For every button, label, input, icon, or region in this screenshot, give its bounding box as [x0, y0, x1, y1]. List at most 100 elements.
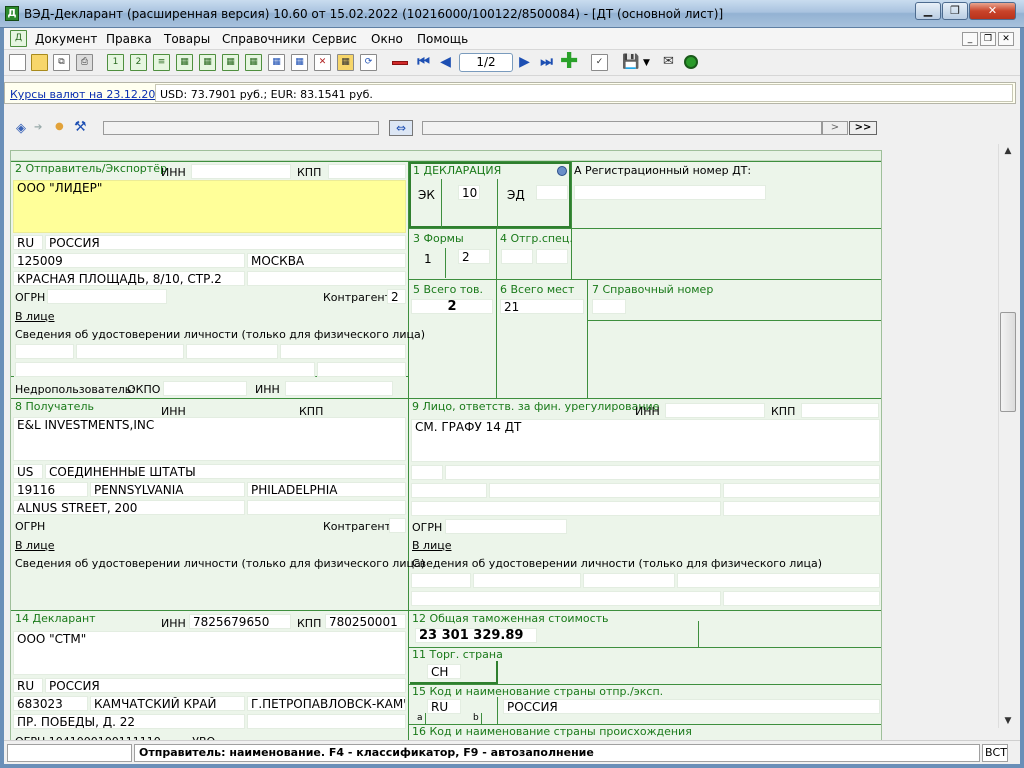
ref-number-field[interactable] [592, 299, 626, 314]
declaration-type-4[interactable] [536, 185, 568, 200]
menu-window[interactable]: Окно [371, 32, 403, 46]
mdi-restore-icon[interactable]: ❐ [980, 32, 996, 46]
checklist-icon[interactable]: ✓ [591, 54, 608, 71]
sheet-4-icon[interactable]: ▦ [176, 54, 193, 71]
financial-kpp-field[interactable] [801, 403, 879, 418]
status-indicator-icon[interactable] [684, 55, 698, 69]
sheet-2-icon[interactable]: 2 [130, 54, 147, 71]
recipient-city-field[interactable]: PHILADELPHIA [247, 482, 406, 497]
sender-id-field-3[interactable] [186, 344, 278, 359]
sender-name-field[interactable]: ООО "ЛИДЕР" [13, 180, 406, 233]
financial-id-field-3[interactable] [583, 573, 675, 588]
menu-edit[interactable]: Правка [106, 32, 152, 46]
currency-rates-link[interactable]: Курсы валют на 23.12.2021 [10, 88, 169, 101]
total-goods-field[interactable]: 2 [411, 299, 493, 314]
page-number-input[interactable]: 1/2 [459, 53, 513, 72]
financial-id-field-1[interactable] [411, 573, 471, 588]
recipient-street-extra-field[interactable] [247, 500, 406, 515]
swap-arrows-icon[interactable]: ⇔ [389, 120, 413, 136]
declaration-type-1[interactable]: ЭК [418, 188, 435, 202]
sheet-5-icon[interactable]: ▦ [199, 54, 216, 71]
tool-icon[interactable]: ⚒ [74, 119, 87, 135]
sheet-7-icon[interactable]: ▦ [245, 54, 262, 71]
forms-value-2[interactable]: 2 [458, 249, 490, 264]
maximize-icon[interactable]: ❐ [942, 2, 968, 20]
diamond-icon[interactable]: ◈ [16, 121, 26, 136]
remove-sheet-icon[interactable] [392, 61, 408, 65]
sender-country-field[interactable]: РОССИЯ [45, 235, 406, 250]
sheet-1-icon[interactable]: 1 [107, 54, 124, 71]
financial-city-field[interactable] [723, 483, 880, 498]
recipient-street-field[interactable]: ALNUS STREET, 200 [13, 500, 245, 515]
nav-next-button[interactable]: > [822, 121, 848, 135]
envelope-icon[interactable]: ✉ [660, 54, 677, 71]
nav-last-button[interactable]: >> [849, 121, 877, 135]
declarant-zip-field[interactable]: 683023 [13, 696, 88, 711]
minimize-icon[interactable]: ▁ [915, 2, 941, 20]
sender-zip-field[interactable]: 125009 [13, 253, 245, 268]
vertical-scrollbar[interactable]: ▲ ▼ [998, 144, 1016, 728]
menu-service[interactable]: Сервис [312, 32, 357, 46]
sender-kpp-field[interactable] [328, 164, 406, 179]
sender-kontragent-field[interactable]: 2 [387, 289, 406, 304]
recipient-country-code-field[interactable]: US [13, 464, 43, 479]
declarant-inn-field[interactable]: 7825679650 [189, 614, 291, 629]
last-page-icon[interactable]: ⏭ [538, 54, 555, 71]
sheet-refresh-icon[interactable]: ⟳ [360, 54, 377, 71]
next-page-icon[interactable]: ▶ [516, 54, 533, 71]
financial-id-field-2[interactable] [473, 573, 581, 588]
sender-ogrn-field[interactable] [47, 289, 167, 304]
financial-ogrn-field[interactable] [445, 519, 567, 534]
nedro-inn-field[interactable] [285, 381, 393, 396]
recipient-country-field[interactable]: СОЕДИНЕННЫЕ ШТАТЫ [45, 464, 406, 479]
forms-value-1[interactable]: 1 [424, 252, 432, 266]
sender-id-field-2[interactable] [76, 344, 184, 359]
financial-id-field-6[interactable] [723, 591, 880, 606]
close-icon[interactable]: ✕ [969, 2, 1016, 20]
recipient-kontragent-field[interactable] [389, 518, 406, 533]
scroll-down-icon[interactable]: ▼ [999, 714, 1017, 728]
menu-document[interactable]: Документ [35, 32, 97, 46]
sender-street-field[interactable]: КРАСНАЯ ПЛОЩАДЬ, 8/10, СТР.2 [13, 271, 245, 286]
sender-id-field-1[interactable] [15, 344, 74, 359]
financial-person-link[interactable]: В лице [412, 539, 451, 552]
declarant-kpp-field[interactable]: 780250001 [325, 614, 406, 629]
sheet-6-icon[interactable]: ▦ [222, 54, 239, 71]
sender-city-field[interactable]: МОСКВА [247, 253, 406, 268]
sender-id-field-5[interactable] [15, 362, 315, 377]
financial-street-extra-field[interactable] [723, 501, 880, 516]
recipient-name-field[interactable]: E&L INVESTMENTS,INC [13, 417, 406, 461]
total-places-field[interactable]: 21 [500, 299, 584, 314]
chevron-down-icon[interactable]: ▼ [643, 58, 650, 68]
sheet-9-icon[interactable]: ▦ [291, 54, 308, 71]
recipient-zip-field[interactable]: 19116 [13, 482, 88, 497]
print-icon[interactable]: ⎙ [76, 54, 93, 71]
declaration-type-3[interactable]: ЭД [507, 188, 525, 202]
declarant-street-extra-field[interactable] [247, 714, 406, 729]
financial-id-field-4[interactable] [677, 573, 880, 588]
declaration-type-2[interactable]: 10 [458, 185, 480, 200]
recipient-person-link[interactable]: В лице [15, 539, 54, 552]
sheet-delete-icon[interactable]: ✕ [314, 54, 331, 71]
financial-name-field[interactable]: СМ. ГРАФУ 14 ДТ [411, 419, 880, 462]
save-icon[interactable]: 💾 [622, 54, 639, 71]
info-icon[interactable] [557, 166, 567, 176]
open-folder-icon[interactable] [31, 54, 48, 71]
document-icon[interactable]: Д [10, 30, 27, 47]
sheet-3-icon[interactable]: ≡ [153, 54, 170, 71]
menu-goods[interactable]: Товары [164, 32, 210, 46]
mdi-close-icon[interactable]: ✕ [998, 32, 1014, 46]
regnum-field[interactable] [574, 185, 766, 200]
financial-street-field[interactable] [411, 501, 721, 516]
declarant-city-field[interactable]: Г.ПЕТРОПАВЛОВСК-КАМЧА [247, 696, 406, 711]
financial-id-field-5[interactable] [411, 591, 721, 606]
declarant-street-field[interactable]: ПР. ПОБЕДЫ, Д. 22 [13, 714, 245, 729]
dispatch-country-code-field[interactable]: RU [427, 699, 461, 714]
declarant-name-field[interactable]: ООО "СТМ" [13, 631, 406, 675]
nav-field-right[interactable] [422, 121, 822, 135]
sender-person-link[interactable]: В лице [15, 310, 54, 323]
sender-id-field-4[interactable] [280, 344, 406, 359]
declarant-country-code-field[interactable]: RU [13, 678, 43, 693]
financial-region-field[interactable] [489, 483, 721, 498]
sheet-8-icon[interactable]: ▦ [268, 54, 285, 71]
